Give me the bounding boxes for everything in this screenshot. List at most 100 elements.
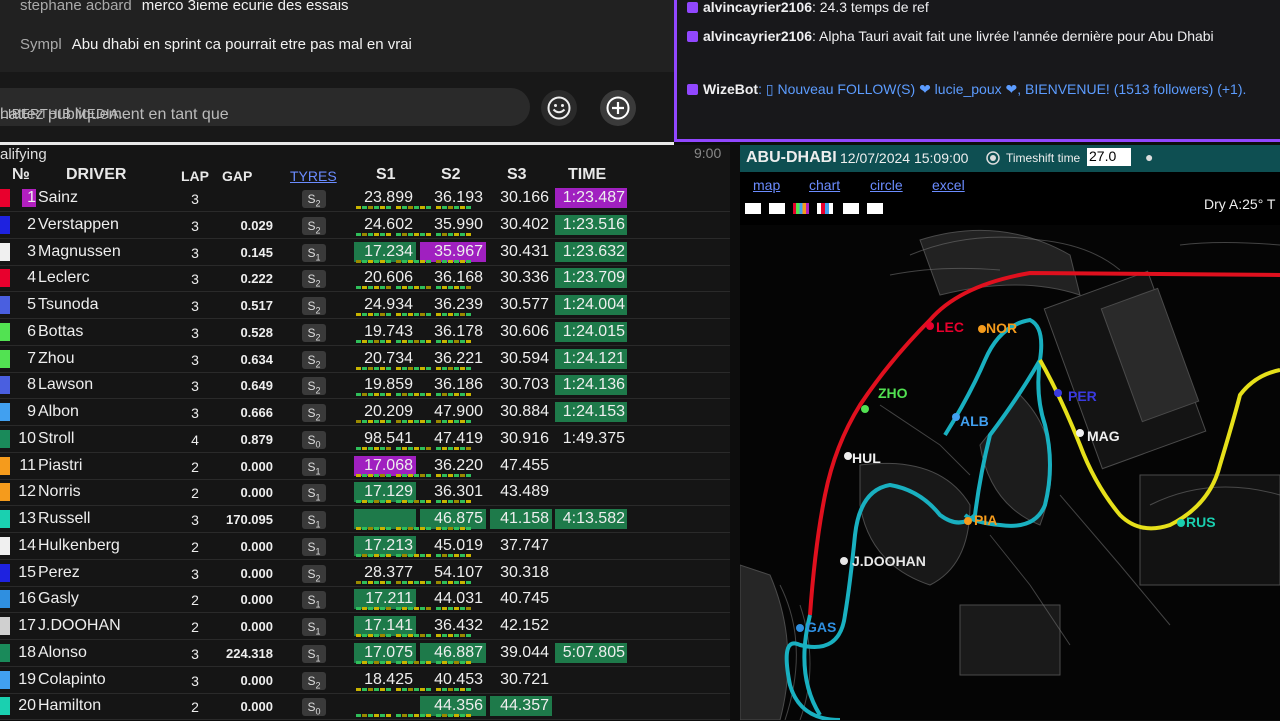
twitch-username[interactable]: WizeBot bbox=[703, 81, 758, 97]
driver-name[interactable]: Stroll bbox=[38, 430, 74, 448]
table-row[interactable]: 15 Perez 3 0.000 S2 28.377 54.107 30.318 bbox=[0, 561, 730, 587]
car-label-zho[interactable]: ZHO bbox=[878, 385, 908, 401]
car-label-pia[interactable]: PIA bbox=[974, 512, 997, 528]
link-chart[interactable]: chart bbox=[809, 177, 840, 193]
table-row[interactable]: 9 Albon 3 0.666 S2 20.209 47.900 30.884 1:24.153 bbox=[0, 400, 730, 426]
table-row[interactable]: 16 Gasly 2 0.000 S1 17.211 44.031 40.745 bbox=[0, 587, 730, 614]
filter-chip[interactable] bbox=[745, 203, 761, 214]
car-label-rus[interactable]: RUS bbox=[1186, 514, 1216, 530]
car-label-alb[interactable]: ALB bbox=[960, 413, 989, 429]
mini-sector-mark bbox=[386, 313, 391, 316]
car-label-lec[interactable]: LEC bbox=[936, 319, 964, 335]
team-color-swatch bbox=[0, 590, 10, 609]
emoji-button[interactable] bbox=[541, 90, 577, 126]
filter-chip-colors[interactable] bbox=[817, 203, 833, 214]
mini-sector-mark bbox=[426, 607, 431, 611]
filter-chip[interactable] bbox=[867, 203, 883, 214]
driver-name[interactable]: Tsunoda bbox=[38, 296, 99, 314]
driver-name[interactable]: Russell bbox=[38, 510, 90, 528]
sector-1-time: 20.209 bbox=[364, 403, 413, 420]
mini-sector-mark bbox=[356, 232, 361, 236]
car-label-mag[interactable]: MAG bbox=[1087, 428, 1120, 444]
chat-author[interactable]: Sympl bbox=[20, 36, 62, 53]
table-row[interactable]: 5 Tsunoda 3 0.517 S2 24.934 36.239 30.577 1:24.0… bbox=[0, 293, 730, 319]
driver-name[interactable]: Norris bbox=[38, 483, 81, 501]
driver-name[interactable]: Gasly bbox=[38, 590, 79, 608]
car-label-gas[interactable]: GAS bbox=[806, 619, 836, 635]
table-row[interactable]: 6 Bottas 3 0.528 S2 19.743 36.178 30.606 1:24.01… bbox=[0, 320, 730, 346]
sector-1-time: 20.734 bbox=[364, 349, 413, 367]
table-row[interactable]: 1 Sainz 3 S2 23.899 36.193 30.166 1:23.487 bbox=[0, 186, 730, 212]
tyre-age: 1 bbox=[315, 546, 321, 557]
car-label-hul[interactable]: HUL bbox=[852, 450, 881, 466]
table-row[interactable]: 13 Russell 3 170.095 S1 46.875 41.158 4:13.582 bbox=[0, 507, 730, 533]
mini-sector-mark bbox=[420, 607, 425, 611]
driver-name[interactable]: Bottas bbox=[38, 323, 83, 341]
driver-name[interactable]: Hamilton bbox=[38, 697, 101, 715]
driver-name[interactable]: Alonso bbox=[38, 644, 87, 662]
team-color-swatch bbox=[0, 670, 10, 689]
add-button[interactable] bbox=[600, 90, 636, 126]
link-circle[interactable]: circle bbox=[870, 177, 903, 193]
driver-name[interactable]: Zhou bbox=[38, 350, 74, 368]
table-row[interactable]: 20 Hamilton 2 0.000 S0 44.356 44.357 bbox=[0, 694, 730, 721]
mini-sector-mark bbox=[426, 580, 431, 584]
header-tyres-link[interactable]: TYRES bbox=[290, 168, 337, 184]
driver-name[interactable]: Colapinto bbox=[38, 671, 106, 689]
header-s3: S3 bbox=[507, 166, 527, 183]
driver-name[interactable]: Lawson bbox=[38, 376, 93, 394]
position: 15 bbox=[18, 563, 36, 581]
chat-author[interactable]: stephane acbard bbox=[20, 0, 132, 14]
table-row[interactable]: 3 Magnussen 3 0.145 S1 17.234 35.967 30.431 1:23… bbox=[0, 240, 730, 266]
twitch-username[interactable]: alvincayrier2106 bbox=[703, 28, 812, 44]
mini-sector-mark bbox=[396, 660, 401, 664]
track-map[interactable]: LEC NOR ZHO PER ALB MAG HUL PIA RUS J.DO… bbox=[740, 145, 1280, 720]
car-label-per[interactable]: PER bbox=[1068, 388, 1097, 404]
tyre-compound-icon: S1 bbox=[302, 618, 326, 636]
driver-name[interactable]: Verstappen bbox=[38, 216, 119, 234]
table-row[interactable]: 18 Alonso 3 224.318 S1 17.075 46.887 39.044 5:07… bbox=[0, 641, 730, 667]
mini-sector-mark bbox=[362, 446, 367, 450]
filter-chip-colors[interactable] bbox=[793, 203, 809, 214]
table-row[interactable]: 11 Piastri 2 0.000 S1 17.068 36.220 47.455 bbox=[0, 454, 730, 480]
mini-sector-mark bbox=[420, 339, 425, 343]
driver-name[interactable]: Hulkenberg bbox=[38, 537, 120, 555]
sector-2-time: 46.887 bbox=[420, 642, 486, 663]
table-row[interactable]: 8 Lawson 3 0.649 S2 19.859 36.186 30.703 1:24.13… bbox=[0, 373, 730, 400]
twitch-username[interactable]: alvincayrier2106 bbox=[703, 0, 812, 15]
driver-name[interactable]: Magnussen bbox=[38, 243, 121, 261]
driver-name[interactable]: Albon bbox=[38, 403, 79, 421]
table-row[interactable]: 17 J.DOOHAN 2 0.000 S1 17.141 36.432 42.152 bbox=[0, 614, 730, 640]
table-row[interactable]: 10 Stroll 4 0.879 S0 98.541 47.419 30.916 1:49.3… bbox=[0, 427, 730, 453]
sector-3-time: 47.455 bbox=[500, 456, 549, 474]
tyre-letter: S bbox=[307, 432, 316, 447]
driver-name[interactable]: Piastri bbox=[38, 457, 82, 475]
sector-2-time: 45.019 bbox=[434, 536, 483, 554]
driver-name[interactable]: Leclerc bbox=[38, 269, 90, 287]
car-label-nor[interactable]: NOR bbox=[986, 320, 1017, 336]
table-row[interactable]: 2 Verstappen 3 0.029 S2 24.602 35.990 30.402 1:2… bbox=[0, 213, 730, 239]
driver-name[interactable]: J.DOOHAN bbox=[38, 617, 121, 635]
mini-sector-mark bbox=[374, 393, 379, 397]
driver-name[interactable]: Sainz bbox=[38, 189, 78, 207]
link-map[interactable]: map bbox=[753, 177, 780, 193]
filter-chip[interactable] bbox=[843, 203, 859, 214]
table-row[interactable]: 12 Norris 2 0.000 S1 17.129 36.301 43.489 bbox=[0, 480, 730, 507]
mini-sector-mark bbox=[414, 393, 419, 397]
link-excel[interactable]: excel bbox=[932, 177, 965, 193]
mini-sectors bbox=[356, 634, 556, 637]
timeshift-input[interactable]: 27.0 bbox=[1087, 148, 1131, 166]
tyre-letter: S bbox=[307, 245, 316, 260]
position: 13 bbox=[18, 510, 36, 527]
mini-sector-mark bbox=[356, 286, 361, 290]
tyre-letter: S bbox=[307, 299, 316, 313]
filter-chip[interactable] bbox=[769, 203, 785, 214]
chat-input[interactable]: hattez publiquement en tant que LIBERTHI… bbox=[0, 88, 530, 126]
driver-name[interactable]: Perez bbox=[38, 564, 80, 582]
table-row[interactable]: 19 Colapinto 3 0.000 S2 18.425 40.453 30.721 bbox=[0, 668, 730, 694]
mini-sector-mark bbox=[460, 580, 465, 584]
table-row[interactable]: 7 Zhou 3 0.634 S2 20.734 36.221 30.594 1:24.121 bbox=[0, 347, 730, 373]
table-row[interactable]: 14 Hulkenberg 2 0.000 S1 17.213 45.019 37.747 bbox=[0, 534, 730, 560]
car-label-doohan[interactable]: J.DOOHAN bbox=[852, 553, 926, 569]
table-row[interactable]: 4 Leclerc 3 0.222 S2 20.606 36.168 30.336 1:23.7… bbox=[0, 266, 730, 293]
